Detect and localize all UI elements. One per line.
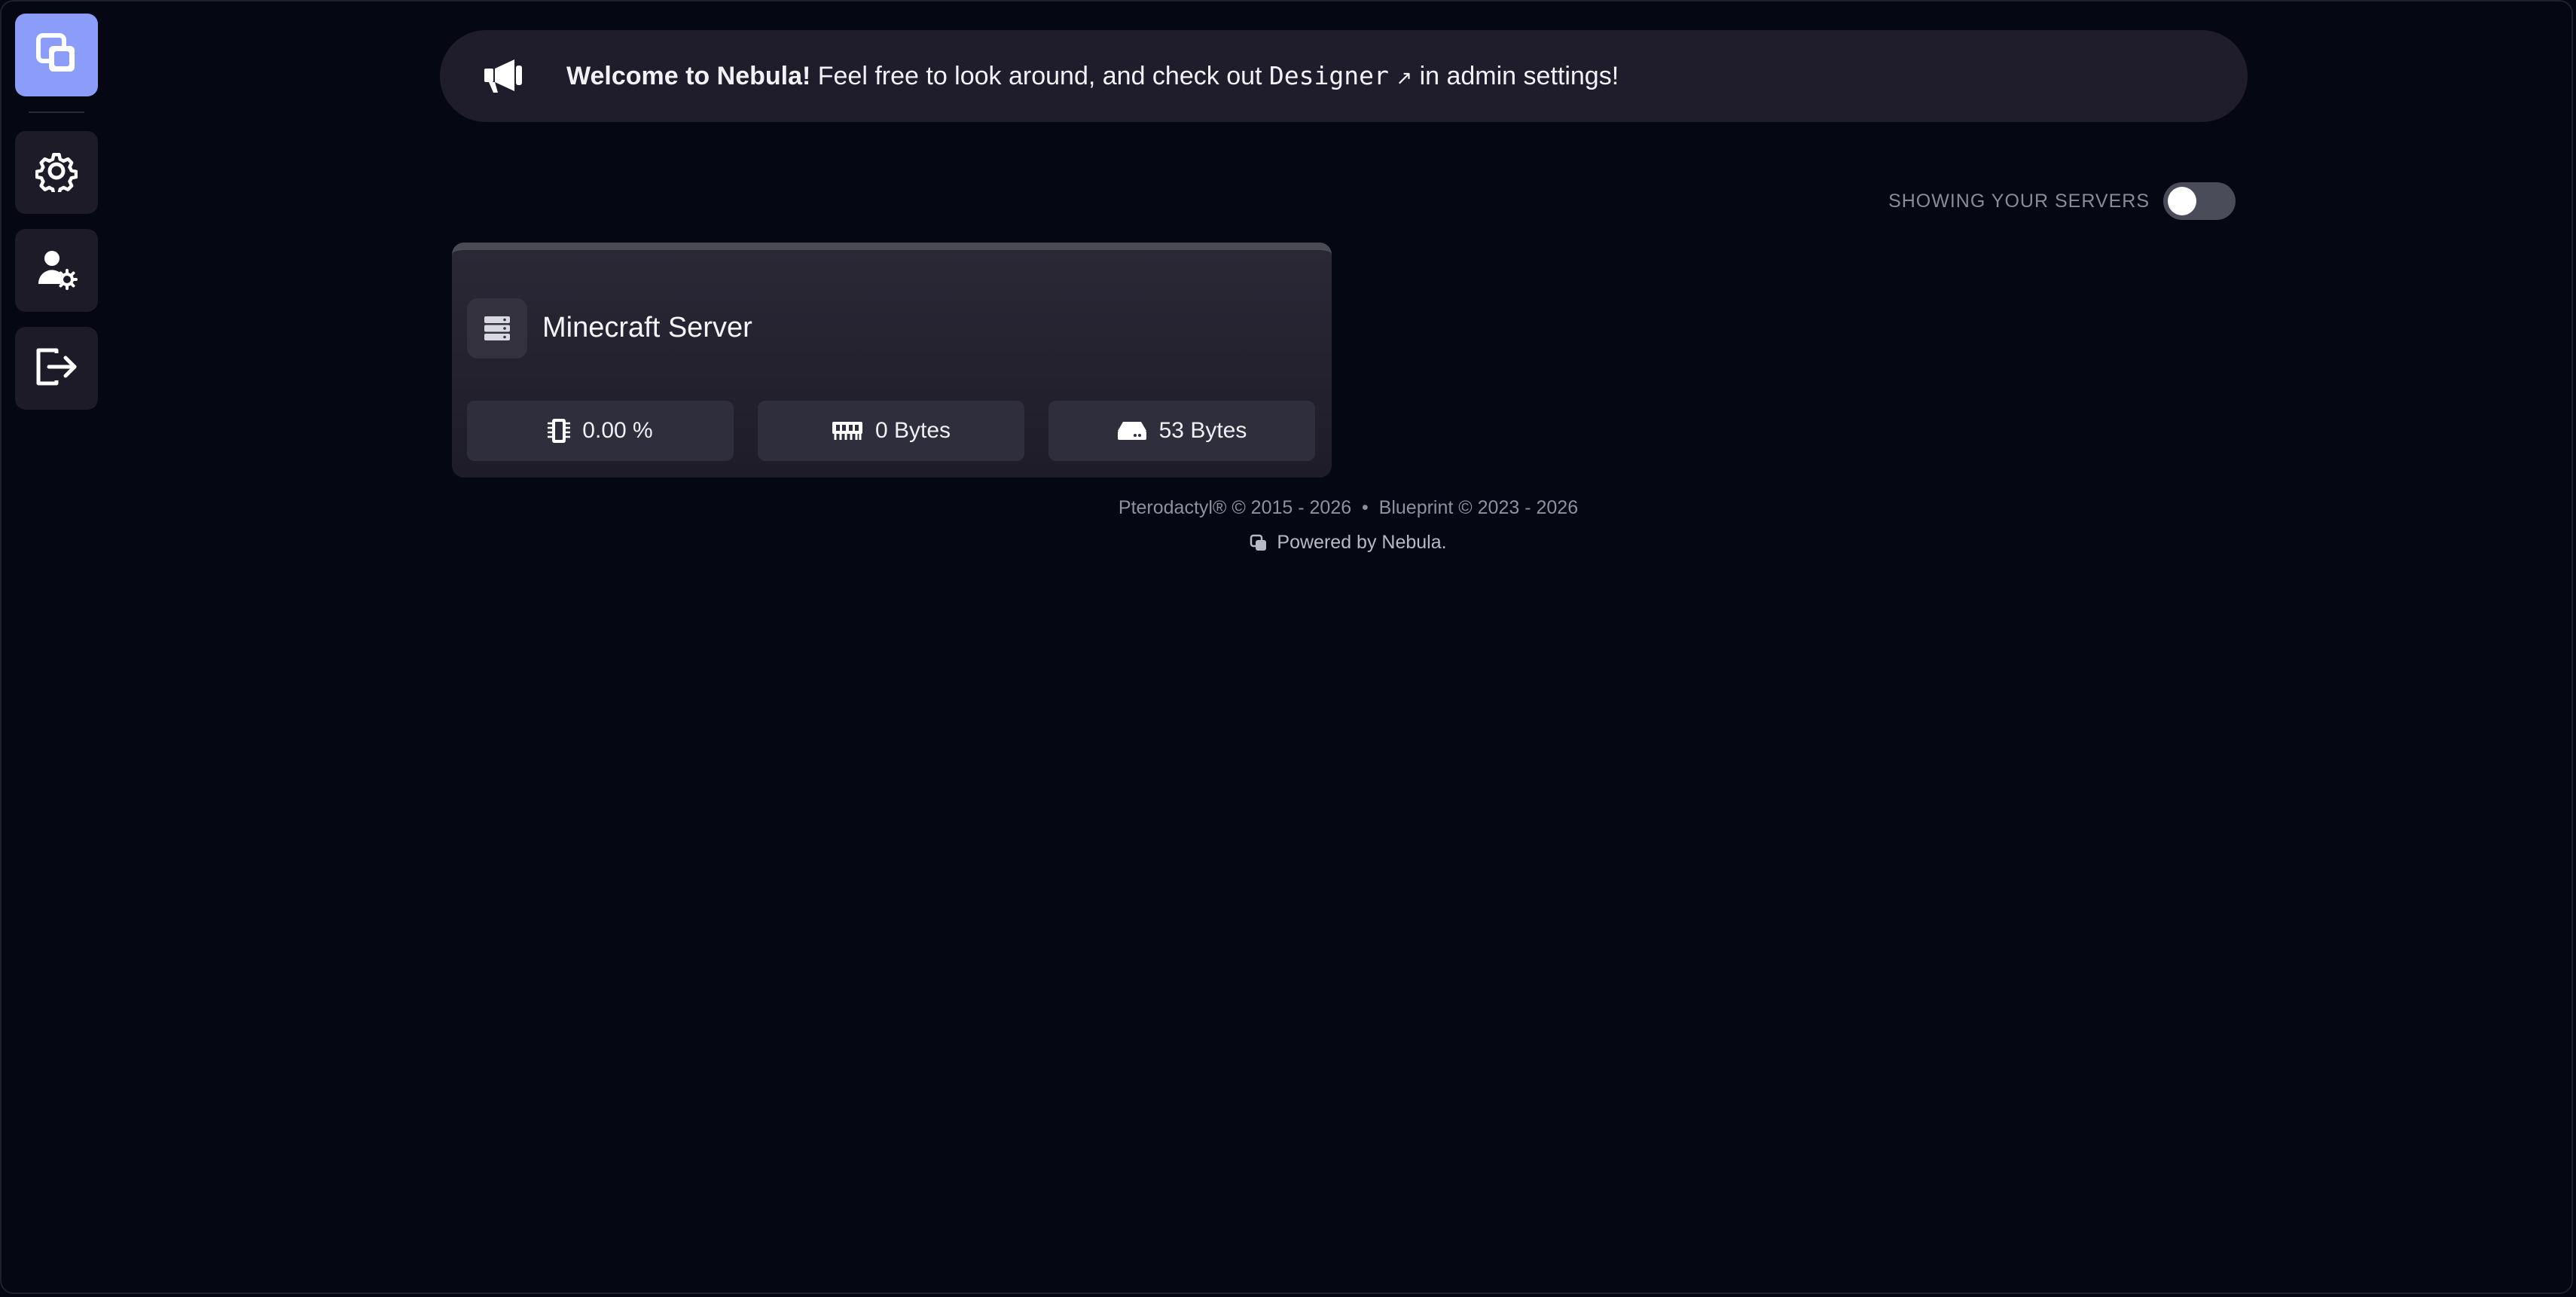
footer-powered-by[interactable]: Powered by Nebula. [60, 532, 2576, 554]
disk-usage-value: 53 Bytes [1158, 418, 1247, 443]
external-arrow-icon[interactable]: ↗ [1396, 66, 1412, 89]
stacked-squares-icon [34, 31, 79, 80]
powered-by-text[interactable]: Powered by Nebula. [1277, 532, 1446, 554]
footer-copyright: Pterodactyl® © 2015 - 2026 • Blueprint ©… [1118, 497, 1579, 518]
server-name[interactable]: Minecraft Server [542, 312, 752, 344]
sidebar-divider [29, 111, 84, 113]
user-gear-icon [35, 248, 78, 294]
hard-drive-icon [1117, 420, 1147, 441]
admin-settings-button[interactable] [15, 131, 98, 214]
announcement-strong: Welcome to Nebula! [566, 62, 811, 90]
server-filter: SHOWING YOUR SERVERS [1888, 182, 2236, 220]
memory-usage-stat: 0 Bytes [758, 401, 1024, 461]
logout-icon [34, 346, 79, 392]
memory-usage-value: 0 Bytes [874, 418, 951, 443]
megaphone-icon [478, 50, 530, 102]
cpu-chip-icon [548, 417, 571, 444]
nebula-small-icon [1250, 534, 1268, 552]
server-card[interactable]: Minecraft Server 0.00 % 0 Bytes 53 Bytes [452, 243, 1332, 478]
designer-link[interactable]: Designer [1269, 61, 1389, 90]
memory-ram-icon [832, 420, 863, 441]
announcement-text-part2: in admin settings! [1412, 62, 1619, 90]
logout-button[interactable] [15, 327, 98, 410]
gear-icon [35, 150, 78, 196]
cpu-usage-value: 0.00 % [582, 418, 653, 443]
server-filter-label: SHOWING YOUR SERVERS [1888, 190, 2150, 212]
disk-usage-stat: 53 Bytes [1048, 401, 1315, 461]
announcement-text: Welcome to Nebula! Feel free to look aro… [566, 61, 1619, 91]
cpu-usage-stat: 0.00 % [467, 401, 734, 461]
server-icon [467, 298, 527, 359]
nebula-logo-button[interactable] [15, 14, 98, 96]
account-settings-button[interactable] [15, 229, 98, 312]
announcement-text-part1: Feel free to look around, and check out [810, 62, 1269, 90]
toggle-knob [2168, 187, 2196, 215]
show-all-servers-toggle[interactable] [2163, 182, 2236, 220]
announcement-banner: Welcome to Nebula! Feel free to look aro… [440, 30, 2248, 122]
